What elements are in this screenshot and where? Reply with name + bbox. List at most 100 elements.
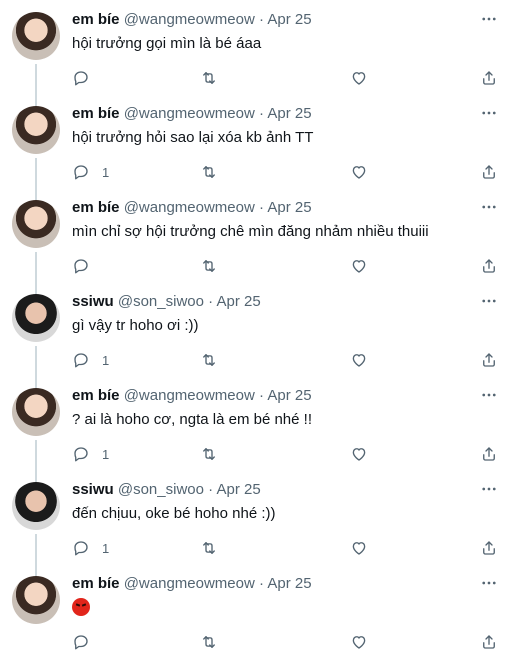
like-button[interactable] <box>350 632 368 652</box>
avatar[interactable] <box>12 388 60 436</box>
like-button[interactable] <box>350 350 368 370</box>
avatar[interactable] <box>12 482 60 530</box>
reply-icon <box>72 69 90 87</box>
retweet-icon <box>200 539 218 557</box>
share-button[interactable] <box>480 538 498 558</box>
author-handle[interactable]: @wangmeowmeow <box>124 105 255 122</box>
author-name[interactable]: ssiwu <box>72 481 114 498</box>
tweet[interactable]: em bíe @wangmeowmeow · Apr 25 <box>0 564 512 658</box>
avatar[interactable] <box>12 12 60 60</box>
author-name[interactable]: em bíe <box>72 199 120 216</box>
more-icon[interactable] <box>480 198 498 216</box>
reply-count: 1 <box>102 446 110 462</box>
retweet-button[interactable] <box>200 256 218 276</box>
retweet-button[interactable] <box>200 444 218 464</box>
avatar[interactable] <box>12 294 60 342</box>
tweet-header: em bíe @wangmeowmeow · Apr 25 <box>72 574 312 594</box>
reply-count: 1 <box>102 164 110 180</box>
share-icon <box>480 633 498 651</box>
tweet-date[interactable]: Apr 25 <box>267 105 311 122</box>
reply-count: 1 <box>102 352 110 368</box>
retweet-icon <box>200 257 218 275</box>
avatar[interactable] <box>12 106 60 154</box>
tweet-text: gì vậy tr hoho ơi :)) <box>72 317 199 334</box>
reply-button[interactable] <box>72 68 102 88</box>
retweet-button[interactable] <box>200 162 218 182</box>
author-name[interactable]: em bíe <box>72 387 120 404</box>
tweet-date[interactable]: Apr 25 <box>267 387 311 404</box>
reply-button[interactable]: 1 <box>72 350 109 370</box>
retweet-icon <box>200 163 218 181</box>
retweet-button[interactable] <box>200 632 218 652</box>
tweet-header: em bíe @wangmeowmeow · Apr 25 <box>72 198 312 218</box>
reply-icon <box>72 633 90 651</box>
reply-icon <box>72 257 90 275</box>
tweet[interactable]: em bíe @wangmeowmeow · Apr 25 hội trưởng … <box>0 94 512 200</box>
retweet-icon <box>200 633 218 651</box>
reply-button[interactable]: 1 <box>72 162 109 182</box>
author-handle[interactable]: @wangmeowmeow <box>124 11 255 28</box>
share-icon <box>480 539 498 557</box>
share-icon <box>480 163 498 181</box>
reply-icon <box>72 445 90 463</box>
reply-button[interactable] <box>72 632 102 652</box>
author-handle[interactable]: @wangmeowmeow <box>124 575 255 592</box>
author-handle[interactable]: @wangmeowmeow <box>124 387 255 404</box>
tweet[interactable]: ssiwu @son_siwoo · Apr 25 đến chịuu, oke … <box>0 470 512 576</box>
author-handle[interactable]: @wangmeowmeow <box>124 199 255 216</box>
like-button[interactable] <box>350 444 368 464</box>
retweet-button[interactable] <box>200 350 218 370</box>
more-icon[interactable] <box>480 386 498 404</box>
tweet-actions: 1 <box>72 350 500 370</box>
like-button[interactable] <box>350 162 368 182</box>
tweet[interactable]: em bíe @wangmeowmeow · Apr 25 mìn chỉ sợ … <box>0 188 512 294</box>
share-button[interactable] <box>480 68 498 88</box>
tweet[interactable]: ssiwu @son_siwoo · Apr 25 gì vậy tr hoho … <box>0 282 512 388</box>
share-icon <box>480 69 498 87</box>
reply-button[interactable]: 1 <box>72 538 109 558</box>
share-button[interactable] <box>480 256 498 276</box>
more-icon[interactable] <box>480 480 498 498</box>
author-handle[interactable]: @son_siwoo <box>118 293 204 310</box>
more-icon[interactable] <box>480 10 498 28</box>
more-icon[interactable] <box>480 574 498 592</box>
separator-dot: · <box>259 11 264 28</box>
reply-button[interactable]: 1 <box>72 444 109 464</box>
more-icon[interactable] <box>480 104 498 122</box>
retweet-icon <box>200 351 218 369</box>
share-button[interactable] <box>480 632 498 652</box>
reply-button[interactable] <box>72 256 102 276</box>
more-icon[interactable] <box>480 292 498 310</box>
like-button[interactable] <box>350 538 368 558</box>
share-button[interactable] <box>480 162 498 182</box>
like-button[interactable] <box>350 68 368 88</box>
separator-dot: · <box>208 481 214 498</box>
author-handle[interactable]: @son_siwoo <box>118 481 204 498</box>
tweet-date[interactable]: Apr 25 <box>216 293 260 310</box>
author-name[interactable]: ssiwu <box>72 293 114 310</box>
tweet-text: hội trưởng hỏi sao lại xóa kb ảnh TT <box>72 129 314 146</box>
author-name[interactable]: em bíe <box>72 105 120 122</box>
separator-dot: · <box>208 293 214 310</box>
tweet-date[interactable]: Apr 25 <box>267 199 311 216</box>
tweet-date[interactable]: Apr 25 <box>216 481 260 498</box>
retweet-button[interactable] <box>200 68 218 88</box>
tweet-actions <box>72 256 500 276</box>
tweet-date[interactable]: Apr 25 <box>267 575 311 592</box>
share-button[interactable] <box>480 444 498 464</box>
tweet[interactable]: em bíe @wangmeowmeow · Apr 25 hội trưởng … <box>0 0 512 106</box>
like-button[interactable] <box>350 256 368 276</box>
author-name[interactable]: em bíe <box>72 11 120 28</box>
retweet-button[interactable] <box>200 538 218 558</box>
share-button[interactable] <box>480 350 498 370</box>
tweet-date[interactable]: Apr 25 <box>267 11 311 28</box>
like-icon <box>350 69 368 87</box>
tweet[interactable]: em bíe @wangmeowmeow · Apr 25 ? ai là hoh… <box>0 376 512 482</box>
avatar[interactable] <box>12 200 60 248</box>
avatar[interactable] <box>12 576 60 624</box>
reply-icon <box>72 539 90 557</box>
tweet-text <box>72 598 90 619</box>
author-name[interactable]: em bíe <box>72 575 120 592</box>
tweet-actions <box>72 632 500 652</box>
tweet-header: ssiwu @son_siwoo · Apr 25 <box>72 292 261 312</box>
